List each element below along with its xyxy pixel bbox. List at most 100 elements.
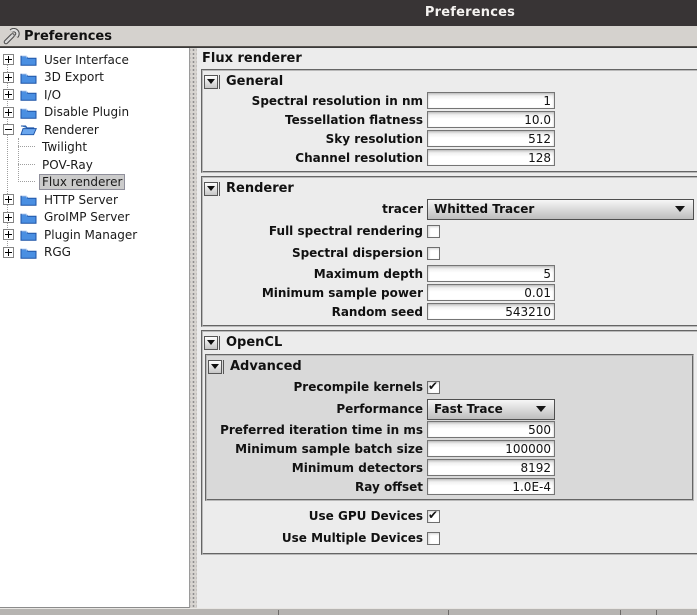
expand-icon[interactable] [3, 72, 14, 83]
minimum-detectors-input[interactable] [427, 459, 555, 476]
tree-item-http-server[interactable]: HTTP Server [0, 191, 189, 209]
tree-line [18, 181, 35, 183]
settings-panel: Flux renderer General Spectral resolutio… [197, 48, 697, 608]
window-edge-mark [278, 610, 279, 615]
wrench-icon [3, 28, 20, 45]
folder-icon [20, 71, 37, 84]
tessellation-flatness-input[interactable] [427, 111, 555, 128]
field-label: Full spectral rendering [203, 224, 423, 238]
tree-line [18, 164, 35, 166]
minimum-sample-batch-size-input[interactable] [427, 440, 555, 457]
setting-row: Performance Fast Trace [207, 398, 692, 420]
open-folder-icon [20, 123, 37, 136]
random-seed-input[interactable] [427, 303, 555, 320]
section-advanced: Advanced Precompile kernels Performance … [205, 354, 694, 501]
setting-row: Ray offset [207, 477, 692, 496]
ray-offset-input[interactable] [427, 478, 555, 495]
performance-select[interactable]: Fast Trace [427, 399, 555, 420]
expand-icon[interactable] [3, 247, 14, 258]
field-label: Channel resolution [203, 151, 423, 165]
window-titlebar[interactable]: Preferences [0, 0, 697, 26]
field-label: Tessellation flatness [203, 113, 423, 127]
expand-icon[interactable] [3, 229, 14, 240]
preferences-tab-label: Preferences [24, 29, 112, 44]
tree-item-3d-export[interactable]: 3D Export [0, 69, 189, 87]
tree-line [18, 146, 35, 148]
chevron-down-icon [207, 186, 215, 191]
setting-row: Sky resolution [203, 129, 697, 148]
window-edge-mark [448, 610, 449, 615]
section-title: General [226, 74, 283, 89]
tree-item-rgg[interactable]: RGG [0, 244, 189, 262]
full-spectral-rendering-checkbox[interactable] [427, 225, 440, 238]
collapse-button[interactable] [204, 336, 218, 350]
chevron-down-icon [207, 79, 215, 84]
tree-item-renderer[interactable]: Renderer [0, 121, 189, 139]
chevron-down-icon [675, 206, 685, 212]
field-label: Ray offset [207, 480, 423, 494]
field-label: Spectral resolution in nm [203, 94, 423, 108]
window-title: Preferences [425, 5, 515, 20]
field-label: Preferred iteration time in ms [207, 423, 423, 437]
panel-splitter[interactable] [190, 48, 197, 608]
divider [219, 336, 220, 350]
field-label: Spectral dispersion [203, 246, 423, 260]
preferences-tree: User Interface 3D Export I/O Disable Plu… [0, 48, 190, 608]
tree-item-groimp-server[interactable]: GroIMP Server [0, 209, 189, 227]
spectral-resolution-input[interactable] [427, 92, 555, 109]
folder-icon [20, 211, 37, 224]
channel-resolution-input[interactable] [427, 149, 555, 166]
field-label: Performance [207, 402, 423, 416]
setting-row: Minimum sample power [203, 283, 697, 302]
collapse-icon[interactable] [3, 124, 14, 135]
use-gpu-devices-checkbox[interactable] [427, 510, 440, 523]
collapse-button[interactable] [204, 75, 218, 89]
divider [223, 360, 224, 374]
tree-item-plugin-manager[interactable]: Plugin Manager [0, 226, 189, 244]
setting-row: Minimum detectors [207, 458, 692, 477]
expand-icon[interactable] [3, 212, 14, 223]
chevron-down-icon [536, 406, 546, 412]
field-label: Use Multiple Devices [203, 531, 423, 545]
setting-row: tracer Whitted Tracer [203, 198, 697, 220]
use-multiple-devices-checkbox[interactable] [427, 532, 440, 545]
setting-row: Minimum sample batch size [207, 439, 692, 458]
field-label: Minimum sample power [203, 286, 423, 300]
field-label: Random seed [203, 305, 423, 319]
setting-row: Spectral dispersion [203, 242, 697, 264]
collapse-button[interactable] [204, 182, 218, 196]
setting-row: Use GPU Devices [203, 505, 697, 527]
expand-icon[interactable] [3, 54, 14, 65]
minimum-sample-power-input[interactable] [427, 284, 555, 301]
section-general: General Spectral resolution in nm Tessel… [201, 69, 697, 173]
setting-row: Maximum depth [203, 264, 697, 283]
sky-resolution-input[interactable] [427, 130, 555, 147]
divider [219, 182, 220, 196]
precompile-kernels-checkbox[interactable] [427, 381, 440, 394]
tree-item-io[interactable]: I/O [0, 86, 189, 104]
tree-item-flux-renderer[interactable]: Flux renderer [0, 174, 189, 192]
expand-icon[interactable] [3, 107, 14, 118]
preferences-tab-header[interactable]: Preferences [0, 26, 697, 47]
panel-title: Flux renderer [202, 51, 697, 66]
tree-item-pov-ray[interactable]: POV-Ray [0, 156, 189, 174]
tree-item-user-interface[interactable]: User Interface [0, 51, 189, 69]
spectral-dispersion-checkbox[interactable] [427, 247, 440, 260]
tracer-select[interactable]: Whitted Tracer [427, 199, 694, 220]
preferred-iteration-time-input[interactable] [427, 421, 555, 438]
collapse-button[interactable] [208, 360, 222, 374]
selected-tree-item: Flux renderer [39, 174, 125, 190]
maximum-depth-input[interactable] [427, 265, 555, 282]
tree-item-twilight[interactable]: Twilight [0, 139, 189, 157]
folder-icon [20, 106, 37, 119]
setting-row: Use Multiple Devices [203, 527, 697, 549]
main-area: User Interface 3D Export I/O Disable Plu… [0, 47, 697, 608]
folder-icon [20, 246, 37, 259]
chevron-down-icon [211, 364, 219, 369]
tree-item-disable-plugin[interactable]: Disable Plugin [0, 104, 189, 122]
expand-icon[interactable] [3, 194, 14, 205]
expand-icon[interactable] [3, 89, 14, 100]
section-title: OpenCL [226, 335, 282, 350]
setting-row: Spectral resolution in nm [203, 91, 697, 110]
preferences-window: Preferences Preferences User Interface [0, 0, 697, 615]
